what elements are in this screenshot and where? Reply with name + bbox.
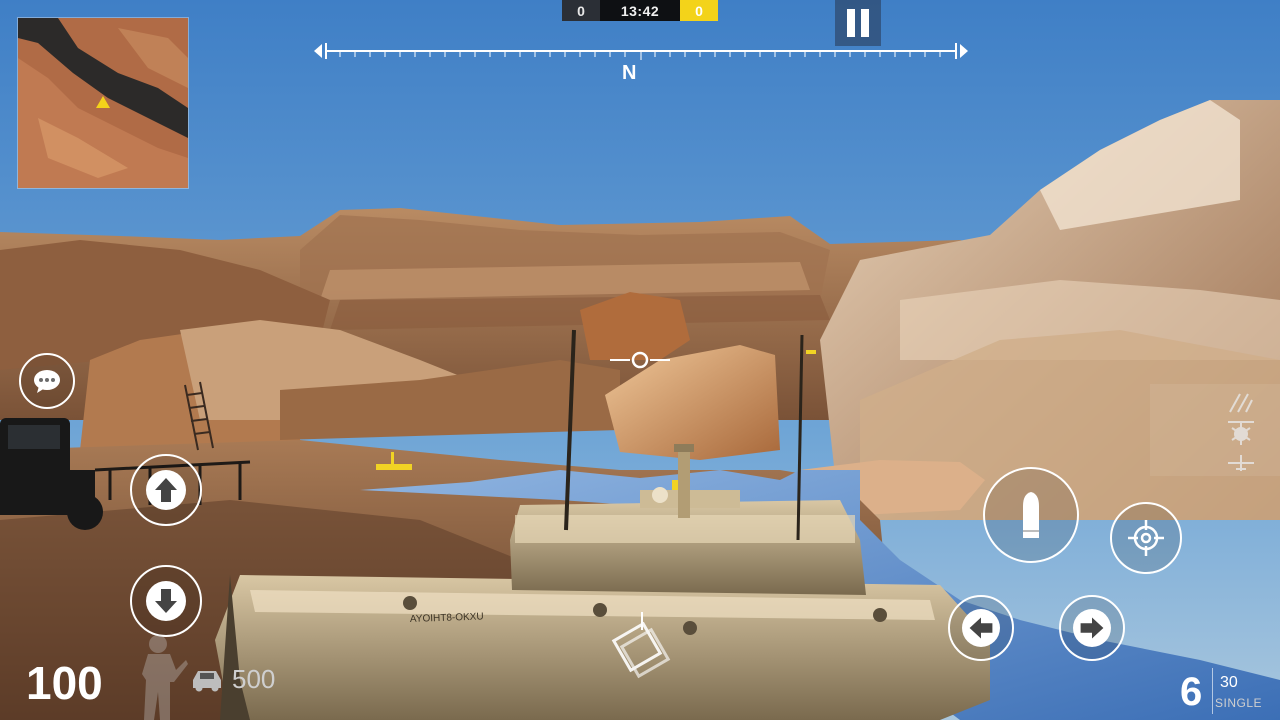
minimap[interactable] [17, 17, 189, 189]
car-icon [193, 671, 221, 692]
arrow-up-icon [146, 470, 186, 510]
move-forward-button[interactable] [130, 454, 202, 526]
pause-icon [847, 9, 855, 37]
arrow-down-icon [146, 581, 186, 621]
aim-button[interactable] [1110, 502, 1182, 574]
match-timer: 13:42 [600, 0, 680, 21]
vehicle-selector-panel [1150, 384, 1280, 476]
arrow-right-icon [1073, 609, 1111, 647]
turn-right-button[interactable] [1059, 595, 1125, 661]
scoreboard: 0 13:42 0 [562, 0, 718, 21]
triangle-marker-icon [96, 96, 110, 108]
vehicle-health-value: 500 [232, 664, 276, 694]
missile-icon[interactable] [1226, 388, 1256, 414]
arrow-left-icon [962, 609, 1000, 647]
chat-bubble-icon [34, 370, 60, 393]
bullet-icon [1023, 492, 1039, 538]
fire-mode[interactable]: SINGLE [1215, 697, 1262, 709]
compass-bar [314, 43, 968, 60]
turn-left-button[interactable] [948, 595, 1014, 661]
ammo-loaded: 6 [1180, 670, 1203, 714]
crosshair-icon [1128, 520, 1164, 556]
rotate-view-icon[interactable] [606, 610, 678, 686]
chat-button[interactable] [19, 353, 75, 409]
team-b-score: 0 [680, 0, 718, 21]
ammo-divider [1212, 668, 1213, 714]
airplane-icon[interactable] [1226, 452, 1256, 474]
fire-button[interactable] [983, 467, 1079, 563]
soldier-silhouette-icon [142, 635, 188, 720]
crosshair-reticle [610, 351, 670, 369]
team-a-score: 0 [562, 0, 600, 21]
move-backward-button[interactable] [130, 565, 202, 637]
health-value: 100 [26, 657, 103, 709]
pause-icon-bar [861, 9, 869, 37]
compass-heading: N [622, 62, 637, 84]
helicopter-icon[interactable] [1226, 418, 1256, 446]
ammo-reserve: 30 [1220, 674, 1238, 691]
